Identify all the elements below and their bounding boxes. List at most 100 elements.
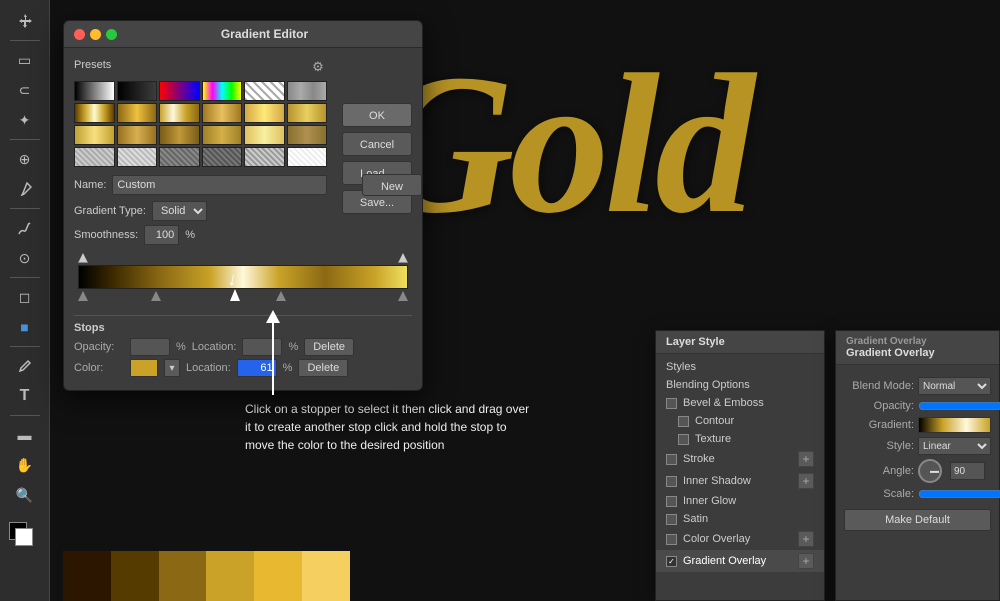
maximize-button[interactable] (106, 29, 117, 40)
stroke-plus-btn[interactable]: + (798, 451, 814, 467)
ls-item-stroke[interactable]: Stroke + (656, 448, 824, 470)
style-select[interactable]: Linear (918, 437, 991, 455)
preset-swatch[interactable] (202, 103, 243, 123)
color-stop-swatch[interactable] (130, 359, 158, 377)
selection-tool[interactable]: ▭ (12, 47, 38, 73)
preset-swatch[interactable] (287, 125, 328, 145)
angle-knob[interactable] (918, 459, 942, 483)
lasso-tool[interactable]: ⊂ (12, 77, 38, 103)
eraser-tool[interactable]: ◻ (12, 284, 38, 310)
preset-swatch[interactable] (74, 147, 115, 167)
preset-swatch[interactable] (74, 103, 115, 123)
close-button[interactable] (74, 29, 85, 40)
presets-gear-button[interactable]: ⚙ (309, 58, 327, 76)
preset-swatch[interactable] (202, 147, 243, 167)
contour-checkbox[interactable] (678, 416, 689, 427)
preset-swatch[interactable] (202, 81, 243, 101)
opacity-delete-button[interactable]: Delete (304, 338, 354, 356)
inner-shadow-checkbox[interactable] (666, 476, 677, 487)
preset-swatch[interactable] (244, 81, 285, 101)
minimize-button[interactable] (90, 29, 101, 40)
scale-slider[interactable] (918, 487, 1000, 501)
color-stop-1[interactable] (151, 291, 161, 303)
opacity-slider[interactable] (918, 399, 1000, 413)
color-stop-3[interactable] (276, 291, 286, 303)
ls-item-blending[interactable]: Blending Options (656, 376, 824, 394)
preset-swatch[interactable] (159, 103, 200, 123)
preset-swatch[interactable] (159, 81, 200, 101)
ls-item-texture[interactable]: Texture (656, 430, 824, 448)
angle-input[interactable] (950, 462, 985, 480)
preset-swatch[interactable] (244, 147, 285, 167)
gradient-overlay-plus-btn[interactable]: + (798, 553, 814, 569)
texture-checkbox[interactable] (678, 434, 689, 445)
preset-swatch[interactable] (159, 125, 200, 145)
color-overlay-plus-btn[interactable]: + (798, 531, 814, 547)
brush-tool[interactable] (12, 215, 38, 241)
preset-swatch[interactable] (117, 103, 158, 123)
blend-mode-select[interactable]: Normal (918, 377, 991, 395)
toolbar-divider-1 (10, 40, 40, 41)
ls-item-color-overlay[interactable]: Color Overlay + (656, 528, 824, 550)
preset-swatch[interactable] (159, 147, 200, 167)
hand-tool[interactable]: ✋ (12, 452, 38, 478)
crop-tool[interactable]: ⊕ (12, 146, 38, 172)
bevel-checkbox[interactable] (666, 398, 677, 409)
gradient-tool[interactable]: ■ (12, 314, 38, 340)
magic-wand-tool[interactable]: ✦ (12, 107, 38, 133)
gradient-overlay-checkbox[interactable]: ✓ (666, 556, 677, 567)
satin-checkbox[interactable] (666, 514, 677, 525)
opacity-stop-input[interactable] (130, 338, 170, 356)
preset-swatch[interactable] (74, 81, 115, 101)
color-stop-start[interactable] (78, 291, 88, 303)
gradient-overlay-title: Gradient Overlay Gradient Overlay (836, 331, 999, 365)
preset-swatch[interactable] (244, 103, 285, 123)
zoom-tool[interactable]: 🔍 (12, 482, 38, 508)
ls-item-satin[interactable]: Satin (656, 510, 824, 528)
preset-swatch[interactable] (117, 81, 158, 101)
shape-tool[interactable]: ▬ (12, 422, 38, 448)
ok-button[interactable]: OK (342, 103, 412, 127)
make-default-button[interactable]: Make Default (844, 509, 991, 531)
preset-swatch[interactable] (287, 81, 328, 101)
gradient-preview[interactable] (918, 417, 991, 433)
gradient-type-select[interactable]: Solid (152, 201, 207, 221)
move-tool[interactable] (12, 8, 38, 34)
color-stop-2[interactable]: ↓ (230, 289, 240, 303)
smoothness-input[interactable] (144, 225, 179, 245)
opacity-stop-right[interactable] (398, 253, 408, 263)
cancel-button[interactable]: Cancel (342, 132, 412, 156)
stroke-checkbox[interactable] (666, 454, 677, 465)
new-button[interactable]: New (362, 174, 422, 196)
eyedropper-tool[interactable] (12, 176, 38, 202)
gradient-sample-6 (302, 551, 350, 601)
angle-label: Angle: (844, 465, 914, 477)
pen-tool[interactable] (12, 353, 38, 379)
clone-stamp-tool[interactable]: ⊙ (12, 245, 38, 271)
gradient-bar[interactable] (78, 265, 408, 289)
background-color[interactable] (15, 528, 33, 546)
ls-item-bevel[interactable]: Bevel & Emboss (656, 394, 824, 412)
color-overlay-checkbox[interactable] (666, 534, 677, 545)
inner-shadow-plus-btn[interactable]: + (798, 473, 814, 489)
color-stop-end[interactable] (398, 291, 408, 303)
ls-item-inner-shadow[interactable]: Inner Shadow + (656, 470, 824, 492)
type-tool[interactable]: T (12, 383, 38, 409)
ls-item-gradient-overlay[interactable]: ✓ Gradient Overlay + (656, 550, 824, 572)
preset-swatch[interactable] (202, 125, 243, 145)
ls-item-inner-glow[interactable]: Inner Glow (656, 492, 824, 510)
preset-swatch[interactable] (117, 125, 158, 145)
color-dropdown-btn[interactable]: ▾ (164, 359, 180, 377)
preset-swatch[interactable] (287, 147, 328, 167)
opacity-stop-left[interactable] (78, 253, 88, 263)
preset-swatch[interactable] (244, 125, 285, 145)
preset-swatch[interactable] (287, 103, 328, 123)
ls-item-contour[interactable]: Contour (656, 412, 824, 430)
inner-glow-checkbox[interactable] (666, 496, 677, 507)
annotation-arrow (258, 305, 308, 408)
name-input[interactable] (112, 175, 327, 195)
preset-swatch[interactable] (74, 125, 115, 145)
dialog-body: OK Cancel Load... Save... Presets ⚙ (64, 48, 422, 390)
preset-swatch[interactable] (117, 147, 158, 167)
ls-item-styles[interactable]: Styles (656, 358, 824, 376)
